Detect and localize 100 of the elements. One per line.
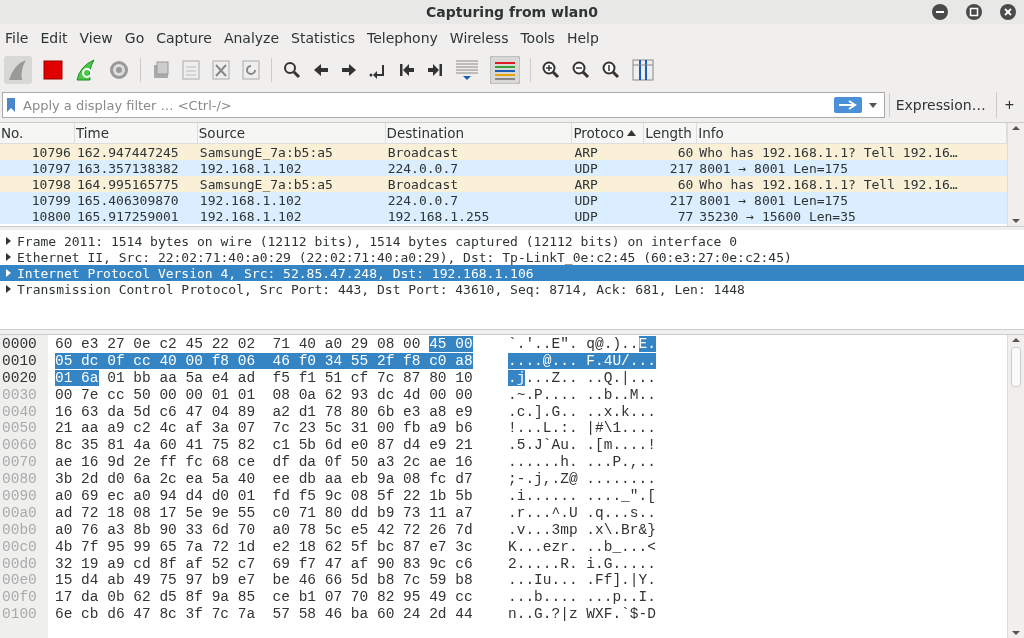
reload-icon[interactable] bbox=[241, 59, 261, 81]
ascii-bytes[interactable]: `.'..E". q@.)..E. bbox=[508, 336, 656, 353]
hex-bytes[interactable]: a0 76 a3 8b 90 33 6d 70 a0 78 5c e5 42 72 26 7d bbox=[55, 521, 473, 539]
menu-item[interactable]: Edit bbox=[39, 30, 75, 46]
ascii-bytes[interactable]: n..G.?|z WXF.`$-D bbox=[508, 606, 656, 624]
tree-item[interactable]: Frame 2011: 1514 bytes on wire (12112 bits), 1514 bytes captured (12112 bits) on interface 0 bbox=[0, 233, 1024, 249]
hex-bytes[interactable]: 17 da 0b 62 d5 8f 9a 85 ce b1 07 70 82 95 49 cc bbox=[55, 589, 473, 607]
packet-row[interactable]: 10800 165.917259001 192.168.1.102 192.168.1.255 UDP 77 35230 → 15600 Len=35 bbox=[0, 208, 1007, 224]
table-cell-text: Broadcast bbox=[386, 144, 460, 160]
table-cell-text: SamsungE_7a:b5:a5 bbox=[198, 144, 334, 160]
ascii-bytes[interactable]: .5.J`Au. .[m....! bbox=[508, 437, 656, 455]
column-header[interactable]: Source bbox=[197, 123, 386, 143]
hex-bytes[interactable]: 6e cb d6 47 8c 3f 7c 7a 57 58 46 ba 60 24 2d 44 bbox=[55, 606, 473, 624]
hex-bytes[interactable]: 05 dc 0f cc 40 00 f8 06 46 f0 34 55 2f f8 c0 a8 bbox=[55, 352, 473, 370]
ascii-bytes[interactable]: K...ezr. ..b_...< bbox=[508, 538, 656, 556]
menu-item[interactable]: Telephony bbox=[366, 30, 445, 46]
filter-bar[interactable]: Apply a display filter … <Ctrl-/> bbox=[2, 92, 885, 118]
hex-bytes[interactable]: 00 7e cc 50 00 00 01 01 08 0a 62 93 dc 4d 00 00 bbox=[55, 386, 473, 404]
hex-bytes[interactable]: 60 e3 27 0e c2 45 22 02 71 40 a0 29 08 00 45 00 bbox=[55, 336, 473, 353]
column-header[interactable]: Time bbox=[74, 123, 198, 143]
offset-label: 0080 bbox=[1, 471, 38, 488]
bookmark-icon[interactable] bbox=[7, 98, 15, 112]
menu-item[interactable]: Capture bbox=[155, 30, 219, 46]
window-title: Capturing from wlan0 bbox=[426, 4, 598, 20]
ascii-bytes[interactable]: !...L.:. |#\1.... bbox=[508, 420, 656, 438]
close-file-icon[interactable] bbox=[211, 59, 231, 81]
maximize-icon[interactable] bbox=[966, 4, 982, 20]
packet-row[interactable]: 10799 165.406309870 192.168.1.102 224.0.0.7 UDP 217 8001 → 8001 Len=175 bbox=[0, 192, 1007, 208]
menu-item[interactable]: File bbox=[4, 30, 36, 46]
stop-icon[interactable] bbox=[42, 59, 64, 81]
menu-item[interactable]: Go bbox=[123, 30, 152, 46]
menu-item[interactable]: Statistics bbox=[290, 30, 363, 46]
table-cell-text: 165.406309870 bbox=[75, 192, 180, 208]
column-header[interactable]: No. bbox=[0, 123, 75, 143]
menu-item[interactable]: Tools bbox=[519, 30, 562, 46]
hex-bytes[interactable]: 4b 7f 95 99 65 7a 72 1d e2 18 62 5f bc 87 e7 3c bbox=[55, 538, 473, 556]
ascii-bytes[interactable]: .r...^.U .q...s.. bbox=[508, 504, 656, 522]
tree-item[interactable]: Internet Protocol Version 4, Src: 52.85.47.248, Dst: 192.168.1.106 bbox=[0, 265, 1024, 281]
column-header[interactable]: Length bbox=[644, 123, 698, 143]
hex-bytes[interactable]: 3b 2d d0 6a 2c ea 5a 40 ee db aa eb 9a 08 fc d7 bbox=[55, 471, 473, 488]
zoom-in-icon[interactable] bbox=[541, 60, 561, 80]
hex-bytes[interactable]: 32 19 a9 cd 8f af 52 c7 69 f7 47 af 90 83 9c c6 bbox=[55, 555, 473, 573]
hex-bytes[interactable]: ae 16 9d 2e ff fc 68 ce df da 0f 50 a3 2c ae 16 bbox=[55, 454, 473, 472]
scrollbar-thumb[interactable] bbox=[1011, 347, 1021, 387]
ascii-bytes[interactable]: .v...3mp .x\.Br&} bbox=[508, 521, 656, 539]
tree-item[interactable]: Ethernet II, Src: 22:02:71:40:a0:29 (22:02:71:40:a0:29), Dst: Tp-LinkT_0e:c2:45 (60:e3:27:0e:c2:45) bbox=[0, 249, 1024, 265]
first-packet-icon[interactable] bbox=[398, 61, 416, 79]
ascii-bytes[interactable]: ;-.j,.Z@ ........ bbox=[508, 471, 656, 488]
hex-bytes[interactable]: 8c 35 81 4a 60 41 75 82 c1 5b 6d e0 87 d4 e9 21 bbox=[55, 437, 473, 455]
ascii-bytes[interactable]: 2.....R. i.G..... bbox=[508, 555, 656, 573]
back-arrow-icon[interactable] bbox=[312, 61, 330, 79]
hex-bytes[interactable]: 16 63 da 5d c6 47 04 89 a2 d1 78 80 6b e3 a8 e9 bbox=[55, 403, 473, 421]
add-button[interactable]: + bbox=[995, 92, 1022, 118]
resize-columns-icon[interactable] bbox=[631, 58, 655, 82]
column-header[interactable]: Destination bbox=[385, 123, 573, 143]
menu-item[interactable]: View bbox=[78, 30, 120, 46]
ascii-bytes[interactable]: .j...Z.. ..Q.|... bbox=[508, 369, 656, 387]
ascii-bytes[interactable]: ....@... F.4U/... bbox=[508, 352, 656, 370]
column-header[interactable]: Protoco bbox=[572, 123, 645, 143]
hex-bytes[interactable]: a0 69 ec a0 94 d4 d0 01 fd f5 9c 08 5f 22 1b 5b bbox=[55, 488, 473, 505]
ascii-bytes[interactable]: ...Iu... .Ff].|Y. bbox=[508, 572, 656, 590]
hex-bytes[interactable]: 01 6a 01 bb aa 5a e4 ad f5 f1 51 cf 7c 87 80 10 bbox=[55, 369, 473, 387]
hex-bytes[interactable]: 15 d4 ab 49 75 97 b9 e7 be 46 66 5d b8 7c 59 b8 bbox=[55, 572, 473, 590]
expression-button[interactable]: Expression… bbox=[888, 93, 992, 117]
offset-label: 0070 bbox=[1, 454, 38, 472]
table-cell-text: 10798 bbox=[30, 176, 72, 192]
last-packet-icon[interactable] bbox=[426, 61, 444, 79]
dropdown-icon[interactable] bbox=[867, 101, 878, 109]
packet-row[interactable]: 10798 164.995165775 SamsungE_7a:b5:a5 Broadcast ARP 60 Who has 192.168.1.1? Tell 192.16… bbox=[0, 176, 1007, 192]
ascii-bytes[interactable]: .c.].G.. ..x.k... bbox=[508, 403, 656, 421]
forward-arrow-icon[interactable] bbox=[340, 61, 358, 79]
menu-item[interactable]: Wireless bbox=[448, 30, 516, 46]
scrollbar[interactable] bbox=[1007, 335, 1024, 638]
ascii-bytes[interactable]: ...b.... ...p..I. bbox=[508, 589, 656, 607]
table-cell-text: 10796 bbox=[30, 144, 72, 160]
packet-row[interactable]: 10796 162.947447245 SamsungE_7a:b5:a5 Broadcast ARP 60 Who has 192.168.1.1? Tell 192.16… bbox=[0, 144, 1007, 160]
table-cell-text: Broadcast bbox=[386, 176, 460, 192]
search-icon[interactable] bbox=[282, 60, 302, 80]
ascii-bytes[interactable]: .i...... ...._".[ bbox=[508, 488, 656, 505]
column-header[interactable]: Info bbox=[697, 123, 1007, 143]
display-filter-field[interactable]: Apply a display filter … <Ctrl-/> bbox=[21, 96, 828, 114]
menu-item[interactable]: Analyze bbox=[222, 30, 287, 46]
tree-item[interactable]: Transmission Control Protocol, Src Port: 443, Dst Port: 43610, Seq: 8714, Ack: 681, Len: 1448 bbox=[0, 281, 1024, 297]
table-cell-text: 224.0.0.7 bbox=[386, 192, 460, 208]
ascii-bytes[interactable]: .~.P.... ..b..M.. bbox=[508, 386, 656, 404]
table-cell-text: UDP bbox=[573, 192, 599, 208]
close-icon[interactable] bbox=[1000, 4, 1016, 20]
hex-bytes[interactable]: 21 aa a9 c2 4c af 3a 07 7c 23 5c 31 00 fb a9 b6 bbox=[55, 420, 473, 438]
zoom-reset-icon[interactable] bbox=[601, 60, 621, 80]
scrollbar[interactable] bbox=[1007, 123, 1024, 226]
table-cell-text: 192.168.1.255 bbox=[386, 208, 491, 224]
colorize-icon[interactable] bbox=[490, 56, 520, 84]
minimize-icon[interactable] bbox=[932, 4, 948, 20]
ascii-bytes[interactable]: ......h. ...P.,.. bbox=[508, 454, 656, 472]
offset-label: 0000 bbox=[1, 336, 38, 353]
zoom-out-icon[interactable] bbox=[571, 60, 591, 80]
hex-bytes[interactable]: ad 72 18 08 17 5e 9e 55 c0 71 80 dd b9 73 11 a7 bbox=[55, 504, 473, 522]
menu-item[interactable]: Help bbox=[565, 30, 606, 46]
restart-icon[interactable] bbox=[74, 58, 98, 82]
packet-row[interactable]: 10797 163.357138382 192.168.1.102 224.0.0.7 UDP 217 8001 → 8001 Len=175 bbox=[0, 160, 1007, 176]
